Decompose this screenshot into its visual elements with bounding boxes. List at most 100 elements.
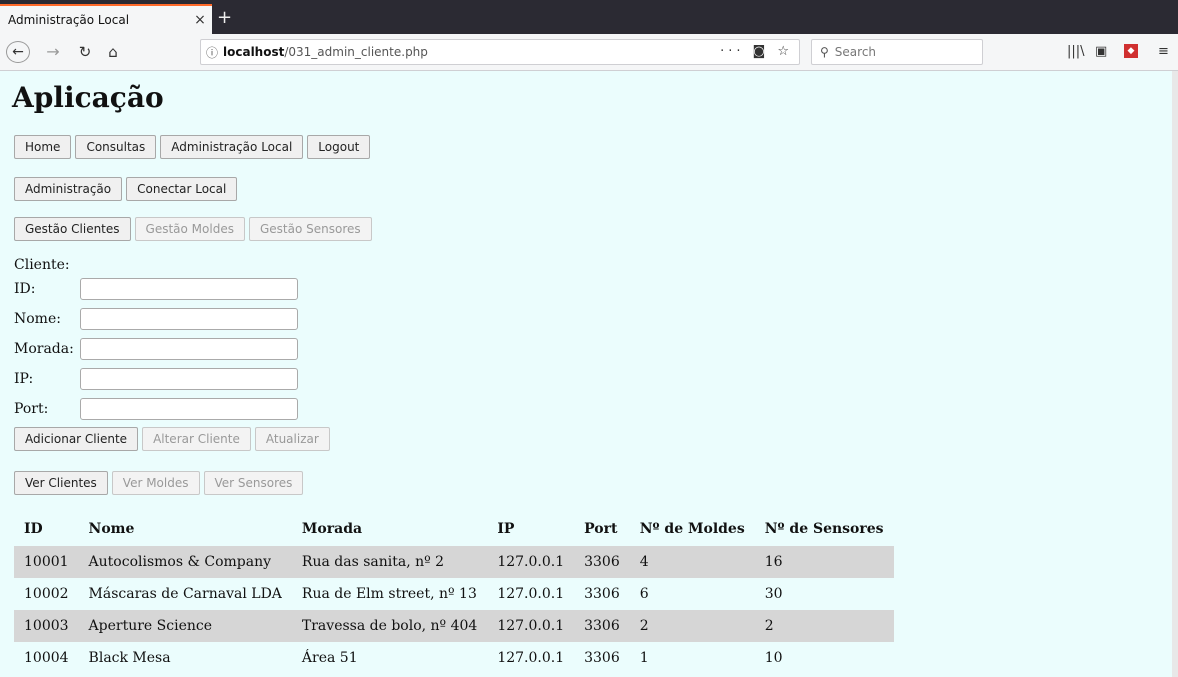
alterar-cliente-button[interactable]: Alterar Cliente <box>142 427 251 451</box>
cell-nome: Black Mesa <box>88 650 171 666</box>
consultas-button[interactable]: Consultas <box>75 135 157 159</box>
cell-ip: 127.0.0.1 <box>487 610 575 642</box>
tab-bar: Administração Local × + <box>0 0 1178 34</box>
gestao-clientes-button[interactable]: Gestão Clientes <box>14 217 131 241</box>
browser-tab[interactable]: Administração Local × <box>0 4 212 34</box>
table-row: 10002 Máscaras de Carnaval LDA Rua de El… <box>14 578 894 610</box>
ver-moldes-button[interactable]: Ver Moldes <box>111 471 200 495</box>
cell-ip: 127.0.0.1 <box>497 586 565 602</box>
gestao-sensores-button[interactable]: Gestão Sensores <box>248 217 372 241</box>
administracao-button[interactable]: Administração <box>14 177 123 201</box>
home-icon[interactable]: ⌂ <box>104 41 122 63</box>
url-path: /031_admin_cliente.php <box>284 45 428 59</box>
search-input[interactable]: ⚲ Search <box>811 39 983 65</box>
cell-moldes: 2 <box>629 610 755 642</box>
header-sensores: Nº de Sensores <box>764 521 884 537</box>
table-row: 10004 Black Mesa Área 51 127.0.0.1 3306 … <box>14 642 894 674</box>
view-buttons: Ver Clientes Ver Moldes Ver Sensores <box>14 471 304 495</box>
tab-title: Administração Local <box>8 13 130 27</box>
morada-input[interactable] <box>80 338 298 360</box>
gestao-nav: Gestão Clientes Gestão Moldes Gestão Sen… <box>14 217 372 241</box>
nome-input[interactable] <box>80 308 298 330</box>
cell-sensores: 10 <box>764 650 783 666</box>
admin-nav: Administração Conectar Local <box>14 177 238 201</box>
morada-label: Morada: <box>14 341 74 357</box>
field-id: ID: <box>14 278 298 300</box>
url-host: localhost <box>223 45 285 59</box>
back-arrow-icon[interactable]: ← <box>6 41 30 63</box>
admin-local-button[interactable]: Administração Local <box>160 135 304 159</box>
cell-port: 3306 <box>584 650 620 666</box>
page-actions-icons[interactable]: ··· ◙ ☆ <box>720 44 793 59</box>
header-morada: Morada <box>301 521 363 537</box>
cell-port: 3306 <box>574 546 630 578</box>
cell-morada: Rua das sanita, nº 2 <box>291 546 488 578</box>
ver-sensores-button[interactable]: Ver Sensores <box>203 471 304 495</box>
sidebar-icon[interactable]: ▣ <box>1095 44 1107 59</box>
cell-nome: Autocolismos & Company <box>78 546 292 578</box>
ver-clientes-button[interactable]: Ver Clientes <box>14 471 108 495</box>
close-tab-icon[interactable]: × <box>188 12 212 28</box>
ip-input[interactable] <box>80 368 298 390</box>
reload-icon[interactable]: ↻ <box>76 41 94 63</box>
atualizar-button[interactable]: Atualizar <box>254 427 330 451</box>
field-nome: Nome: <box>14 308 298 330</box>
menu-icon[interactable]: ≡ <box>1158 44 1169 59</box>
new-tab-icon[interactable]: + <box>217 7 232 29</box>
id-label: ID: <box>14 281 36 297</box>
cell-id: 10004 <box>24 650 69 666</box>
home-button[interactable]: Home <box>14 135 72 159</box>
vertical-scrollbar[interactable] <box>1172 71 1178 677</box>
cell-moldes: 1 <box>639 650 649 666</box>
cell-sensores: 30 <box>764 586 783 602</box>
main-nav: Home Consultas Administração Local Logou… <box>14 135 371 159</box>
gestao-moldes-button[interactable]: Gestão Moldes <box>134 217 245 241</box>
library-icon[interactable]: |||\ <box>1067 44 1085 59</box>
id-input[interactable] <box>80 278 298 300</box>
clients-table: ID Nome Morada IP Port Nº de Moldes Nº d… <box>14 512 894 674</box>
header-ip: IP <box>497 521 515 537</box>
adicionar-cliente-button[interactable]: Adicionar Cliente <box>14 427 139 451</box>
cell-morada: Travessa de bolo, nº 404 <box>291 610 488 642</box>
header-nome: Nome <box>88 521 135 537</box>
logout-button[interactable]: Logout <box>307 135 371 159</box>
cell-sensores: 16 <box>754 546 894 578</box>
cell-nome: Aperture Science <box>78 610 292 642</box>
cell-ip: 127.0.0.1 <box>497 650 565 666</box>
port-label: Port: <box>14 401 49 417</box>
cell-ip: 127.0.0.1 <box>487 546 575 578</box>
ip-label: IP: <box>14 371 34 387</box>
extension-icon[interactable]: ◆ <box>1124 44 1138 58</box>
header-port: Port <box>584 521 618 537</box>
field-port: Port: <box>14 398 298 420</box>
conectar-local-button[interactable]: Conectar Local <box>126 177 238 201</box>
page-title: Aplicação <box>12 81 164 114</box>
cell-port: 3306 <box>584 586 620 602</box>
search-placeholder: Search <box>834 45 877 59</box>
cell-id: 10001 <box>14 546 79 578</box>
cell-moldes: 6 <box>639 586 649 602</box>
forward-arrow-icon[interactable]: → <box>44 41 62 63</box>
cell-id: 10003 <box>14 610 79 642</box>
cell-nome: Máscaras de Carnaval LDA <box>88 586 282 602</box>
table-row: 10001 Autocolismos & Company Rua das san… <box>14 546 894 578</box>
url-bar[interactable]: ⓘ localhost/031_admin_cliente.php ··· ◙ … <box>200 39 800 65</box>
cell-moldes: 4 <box>629 546 755 578</box>
form-actions: Adicionar Cliente Alterar Cliente Atuali… <box>14 427 330 451</box>
table-row: 10003 Aperture Science Travessa de bolo,… <box>14 610 894 642</box>
nav-toolbar: ← → ↻ ⌂ ⓘ localhost/031_admin_cliente.ph… <box>0 34 1178 71</box>
cell-port: 3306 <box>574 610 630 642</box>
cell-sensores: 2 <box>754 610 894 642</box>
port-input[interactable] <box>80 398 298 420</box>
header-id: ID <box>24 521 43 537</box>
page-content: Aplicação Home Consultas Administração L… <box>0 71 1178 677</box>
cell-morada: Área 51 <box>301 650 358 666</box>
search-icon: ⚲ <box>820 45 829 59</box>
info-icon[interactable]: ⓘ <box>201 44 223 61</box>
nome-label: Nome: <box>14 311 61 327</box>
table-header-row: ID Nome Morada IP Port Nº de Moldes Nº d… <box>14 512 894 546</box>
field-ip: IP: <box>14 368 298 390</box>
field-morada: Morada: <box>14 338 298 360</box>
cell-morada: Rua de Elm street, nº 13 <box>301 586 477 602</box>
header-moldes: Nº de Moldes <box>639 521 745 537</box>
